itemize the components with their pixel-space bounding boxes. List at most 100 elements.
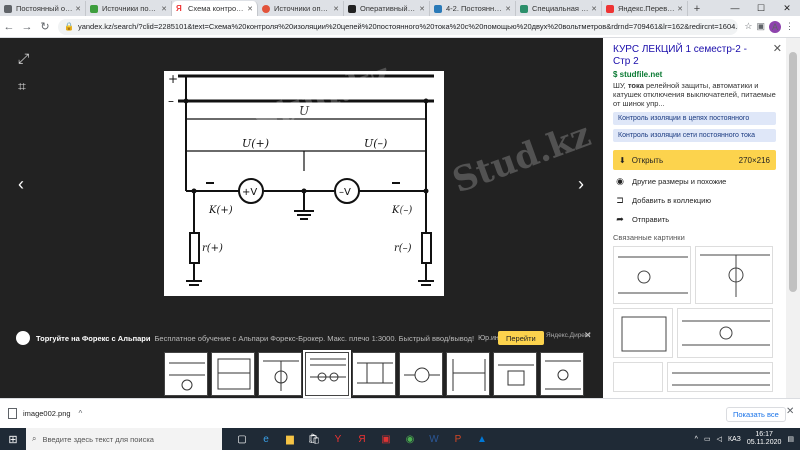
tab-close-icon[interactable]: ✕ — [333, 5, 339, 13]
main-circuit-image[interactable]: + – U U(+) U(–) +V –V K(+) K(–) r(+) r(–… — [164, 71, 444, 296]
source-site-label: studfile.net — [619, 70, 663, 79]
thumbnail[interactable] — [352, 352, 396, 396]
source-title-link[interactable]: КУРС ЛЕКЦИЙ 1 семестр-2 - Стр 2 — [613, 44, 776, 68]
tab-2[interactable]: Источники постоя ✕ — [86, 1, 172, 16]
show-all-button[interactable]: Показать все — [726, 407, 786, 422]
other-sizes-action[interactable]: ◉ Другие размеры и похожие — [613, 173, 776, 189]
scrollbar-thumb[interactable] — [789, 52, 797, 292]
download-filename[interactable]: image002.png — [23, 409, 71, 418]
query-tag[interactable]: Контроль изоляции сети постоянного тока — [613, 129, 776, 142]
thumbnail[interactable] — [258, 352, 302, 396]
profile-avatar[interactable]: А — [769, 20, 781, 33]
tab-close-icon[interactable]: ✕ — [419, 5, 425, 13]
tab-favicon-icon — [262, 4, 270, 13]
next-arrow-icon[interactable]: › — [578, 174, 584, 195]
source-site-link[interactable]: $ studfile.net — [613, 70, 776, 79]
close-panel-icon[interactable]: ✕ — [773, 42, 782, 55]
task-view-icon[interactable]: ▢ — [230, 428, 254, 450]
query-tag[interactable]: Контроль изоляции в цепях постоянного — [613, 112, 776, 125]
clock-time: 16:17 — [755, 431, 773, 438]
reload-icon[interactable]: ↻ — [36, 18, 54, 36]
thumbnail[interactable] — [540, 352, 584, 396]
tab-close-icon[interactable]: ✕ — [161, 5, 167, 13]
windows-taskbar: ⊞ ⌕ Введите здесь текст для поиска ▢ e ▆ … — [0, 428, 800, 450]
tab-favicon-icon — [606, 4, 614, 13]
thumbnail[interactable] — [399, 352, 443, 396]
chevron-up-icon[interactable]: ^ — [79, 409, 83, 418]
tab-close-icon[interactable]: ✕ — [505, 5, 511, 13]
thumbnail[interactable] — [164, 352, 208, 396]
word-icon[interactable]: W — [422, 428, 446, 450]
related-image[interactable] — [667, 362, 773, 392]
tab-6[interactable]: 4-2. Постоянный оп✕ — [430, 1, 516, 16]
related-image[interactable] — [677, 308, 773, 358]
extension-icon[interactable]: ▣ — [756, 21, 765, 32]
yandex-icon[interactable]: Я — [350, 428, 374, 450]
maximize-button[interactable]: ☐ — [748, 0, 774, 16]
tab-3-active[interactable]: Я Схема контроля из✕ — [172, 1, 258, 16]
open-button[interactable]: ⬇ Открыть 270×216 — [613, 150, 776, 170]
taskbar-search[interactable]: ⌕ Введите здесь текст для поиска — [26, 428, 222, 450]
circuit-diagram: + – U U(+) U(–) +V –V K(+) K(–) r(+) r(–… — [168, 72, 434, 286]
add-to-collection-action[interactable]: ⊐ Добавить в коллекцию — [613, 192, 776, 208]
thumbnail[interactable] — [493, 352, 537, 396]
close-window-button[interactable]: ✕ — [774, 0, 800, 16]
ad-banner[interactable]: Торгуйте на Форекс с Альпари Бесплатное … — [0, 326, 603, 350]
diagram-u-label: U — [299, 104, 310, 118]
side-panel-scrollbar[interactable] — [786, 38, 800, 398]
network-icon[interactable]: ▭ — [704, 435, 711, 443]
store-icon[interactable]: 🛍 — [302, 428, 326, 450]
powerpoint-icon[interactable]: P — [446, 428, 470, 450]
menu-kebab-icon[interactable]: ⋮ — [785, 21, 794, 32]
folder-icon[interactable]: ▆ — [278, 428, 302, 450]
volume-icon[interactable]: ◁ — [717, 435, 722, 443]
star-icon[interactable]: ☆ — [744, 21, 752, 32]
back-arrow-icon[interactable]: ← — [0, 18, 18, 36]
clock[interactable]: 16:17 05.11.2020 — [747, 431, 782, 447]
tab-close-icon[interactable]: ✕ — [75, 5, 81, 13]
photos-icon[interactable]: ▲ — [470, 428, 494, 450]
windows-start-icon[interactable]: ⊞ — [0, 428, 26, 450]
app-red-icon[interactable]: ▣ — [374, 428, 398, 450]
new-tab-button[interactable]: + — [690, 2, 704, 16]
notifications-icon[interactable]: ▤ — [787, 435, 794, 443]
studfile-icon: $ — [613, 70, 620, 79]
voltmeter-minus-label: –V — [339, 187, 351, 198]
ad-close-icon[interactable]: ✕ — [584, 330, 592, 341]
related-image[interactable] — [613, 308, 673, 358]
action-label: Отправить — [632, 214, 670, 224]
yandex-browser-icon[interactable]: Y — [326, 428, 350, 450]
tab-close-icon[interactable]: ✕ — [247, 5, 253, 13]
related-image[interactable] — [613, 362, 663, 392]
url-field[interactable]: 🔒 yandex.kz/search/?clid=2285101&text=Сх… — [58, 18, 739, 35]
tab-label: 4-2. Постоянный оп — [446, 4, 504, 13]
prev-arrow-icon[interactable]: ‹ — [18, 174, 24, 195]
tab-5[interactable]: Оперативный ток ✕ — [344, 1, 430, 16]
yandex-favicon-icon: Я — [176, 4, 184, 13]
related-image[interactable] — [613, 246, 691, 304]
thumbnail[interactable] — [446, 352, 490, 396]
minimize-button[interactable]: — — [722, 0, 748, 16]
thumbnail-selected[interactable] — [303, 350, 351, 398]
share-action[interactable]: ➦ Отправить — [613, 211, 776, 227]
ad-title[interactable]: Торгуйте на Форекс с Альпари — [36, 334, 150, 343]
tray-chevron-icon[interactable]: ^ — [695, 436, 698, 443]
close-shelf-icon[interactable]: ✕ — [786, 406, 794, 417]
related-image[interactable] — [695, 246, 773, 304]
tab-close-icon[interactable]: ✕ — [677, 5, 683, 13]
tab-4[interactable]: Источники опера ✕ — [258, 1, 344, 16]
diagram-k-plus-label: K(+) — [208, 205, 233, 216]
thumbnail[interactable] — [211, 352, 255, 396]
tab-1[interactable]: Постоянный опера✕ — [0, 1, 86, 16]
diagram-minus-label: – — [168, 94, 174, 108]
chrome-icon[interactable]: ◉ — [398, 428, 422, 450]
tab-close-icon[interactable]: ✕ — [591, 5, 597, 13]
crop-icon[interactable]: ⌗ — [18, 78, 26, 95]
edge-icon[interactable]: e — [254, 428, 278, 450]
tab-8[interactable]: Яндекс.Переводч ✕ — [602, 1, 688, 16]
forward-arrow-icon[interactable]: → — [18, 18, 36, 36]
fullscreen-icon[interactable]: ⤢ — [18, 50, 29, 67]
ad-go-button[interactable]: Перейти — [498, 331, 544, 345]
language-indicator[interactable]: КАЗ — [728, 436, 741, 443]
tab-7[interactable]: Специальная част✕ — [516, 1, 602, 16]
